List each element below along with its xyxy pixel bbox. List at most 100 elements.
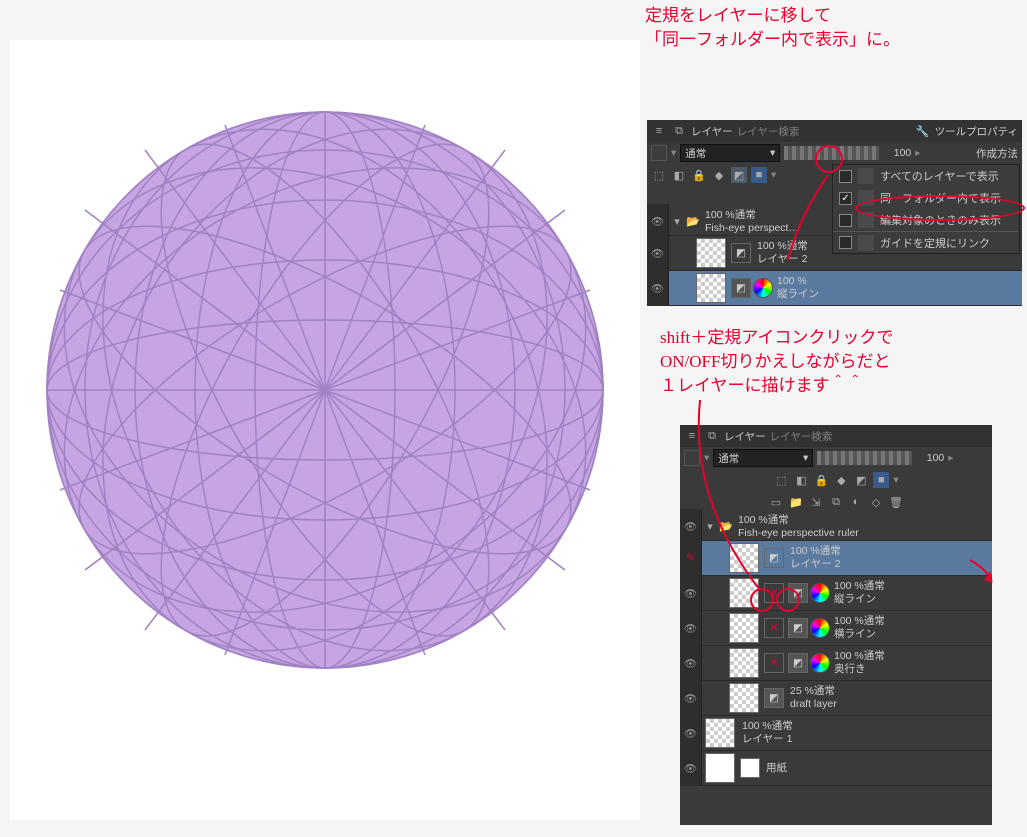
layer-row[interactable]: 👁 100 %通常 レイヤー 1 bbox=[680, 716, 992, 751]
menu-icon[interactable]: ≡ bbox=[651, 123, 667, 139]
layer-row-selected[interactable]: 👁 ◩ 100 % 縦ライン bbox=[647, 271, 1022, 306]
blendmode-select[interactable]: 通常▾ bbox=[713, 449, 813, 467]
checkbox-checked[interactable] bbox=[839, 192, 852, 205]
layer-row[interactable]: 👁 ✕ ◩ 100 %通常 横ライン bbox=[680, 611, 992, 646]
mask-icon[interactable]: ◧ bbox=[671, 167, 687, 183]
layer-thumb bbox=[729, 543, 759, 573]
ruler-thumb-icon[interactable]: ✕ bbox=[764, 583, 784, 603]
checkbox[interactable] bbox=[839, 236, 852, 249]
clip-icon[interactable]: ⬚ bbox=[773, 472, 789, 488]
layers-search-tab[interactable]: レイヤー検索 bbox=[737, 124, 800, 139]
ruler-option-icon bbox=[858, 190, 874, 206]
eye-icon[interactable]: 👁 bbox=[680, 576, 702, 611]
palette-icon bbox=[810, 618, 830, 638]
eye-icon[interactable]: 👁 bbox=[647, 271, 669, 306]
menu-icon[interactable]: ≡ bbox=[684, 428, 700, 444]
ruler-visibility-icon[interactable]: ◩ bbox=[853, 472, 869, 488]
ruler-thumb-icon[interactable]: ◩ bbox=[764, 548, 784, 568]
layer-row[interactable]: 👁 ✕ ◩ 100 %通常 奥行き bbox=[680, 646, 992, 681]
ruler-thumb-icon[interactable]: ✕ bbox=[764, 618, 784, 638]
layer-opacity: 100 %通常 bbox=[742, 720, 988, 733]
layer-thumb bbox=[729, 578, 759, 608]
layer-opacity: 100 %通常 bbox=[834, 580, 988, 593]
eye-icon[interactable]: 👁 bbox=[680, 716, 702, 751]
transfer-icon[interactable]: ⇲ bbox=[808, 494, 824, 510]
eye-icon[interactable]: 👁 bbox=[680, 751, 702, 786]
paper-thumb bbox=[705, 753, 735, 783]
layer-color-icon[interactable]: ■ bbox=[873, 472, 889, 488]
ruler-visibility-icon[interactable]: ◩ bbox=[731, 167, 747, 183]
checkbox[interactable] bbox=[839, 214, 852, 227]
canvas-area[interactable] bbox=[10, 40, 640, 820]
ruler-subthumb-icon[interactable]: ◩ bbox=[788, 583, 808, 603]
layers-tab[interactable]: レイヤー bbox=[691, 124, 733, 139]
opacity-slider[interactable] bbox=[817, 451, 912, 465]
fisheye-sphere bbox=[45, 110, 605, 670]
layer-thumb bbox=[729, 683, 759, 713]
eye-icon[interactable]: 👁 bbox=[647, 236, 669, 271]
layer-row[interactable]: 👁 ✕ ◩ 100 %通常 縦ライン bbox=[680, 576, 992, 611]
ruler-thumb-icon[interactable]: ◩ bbox=[731, 278, 751, 298]
layer-panel-2: ≡ ⧉ レイヤー レイヤー検索 ▾ 通常▾ 100 ▸ ⬚ ◧ 🔒 ◆ ◩ ■ … bbox=[680, 425, 992, 825]
lock-icon[interactable]: 🔒 bbox=[691, 167, 707, 183]
layer-name: 縦ライン bbox=[777, 288, 1018, 301]
mask2-icon[interactable]: ◐ bbox=[848, 494, 864, 510]
layer-thumb bbox=[696, 273, 726, 303]
ruler-subthumb-icon[interactable]: ◩ bbox=[788, 653, 808, 673]
blendmode-select[interactable]: 通常▾ bbox=[680, 144, 780, 162]
layer-opacity: 100 % bbox=[777, 275, 1018, 288]
draft-flag-icon[interactable]: ◩ bbox=[764, 688, 784, 708]
layers-tab[interactable]: レイヤー bbox=[724, 429, 766, 444]
checkbox[interactable] bbox=[839, 170, 852, 183]
menu-label: すべてのレイヤーで表示 bbox=[880, 168, 999, 184]
layer-row-paper[interactable]: 👁 用紙 bbox=[680, 751, 992, 786]
layer-thumb bbox=[696, 238, 726, 268]
layers-search-tab[interactable]: レイヤー検索 bbox=[770, 429, 833, 444]
layer-row[interactable]: 👁 ◩ 25 %通常 draft layer bbox=[680, 681, 992, 716]
palette-icon bbox=[810, 653, 830, 673]
ruler-option-icon bbox=[858, 168, 874, 184]
opacity-slider[interactable] bbox=[784, 146, 879, 160]
opacity-value: 100 bbox=[883, 147, 911, 159]
merge-icon[interactable]: ⧉ bbox=[828, 494, 844, 510]
layer-name: レイヤー 2 bbox=[790, 558, 988, 571]
pencil-icon[interactable]: ✎ bbox=[680, 541, 702, 576]
eye-icon[interactable]: 👁 bbox=[680, 509, 702, 544]
ref2-icon[interactable]: ◇ bbox=[868, 494, 884, 510]
layer-color-icon[interactable]: ■ bbox=[751, 167, 767, 183]
folder-icon: 📂 bbox=[685, 214, 701, 230]
eye-icon[interactable]: 👁 bbox=[680, 611, 702, 646]
ref-icon[interactable]: ◆ bbox=[833, 472, 849, 488]
layer-opacity: 25 %通常 bbox=[790, 685, 988, 698]
eye-icon[interactable]: 👁 bbox=[680, 646, 702, 681]
ref-icon[interactable]: ◆ bbox=[711, 167, 727, 183]
panel1-tabs: ≡ ⧉ レイヤー レイヤー検索 🔧 ツールプロパティ bbox=[647, 120, 1022, 142]
paper-subthumb bbox=[740, 758, 760, 778]
annotation-mid: shift＋定規アイコンクリックで ON/OFF切りかえしながらだと １レイヤー… bbox=[660, 326, 893, 397]
layer-panel-1: ≡ ⧉ レイヤー レイヤー検索 🔧 ツールプロパティ ▾ 通常▾ 100 ▸ 作… bbox=[647, 120, 1022, 302]
folder-row[interactable]: 👁 ▾ 📂 100 %通常 Fish-eye perspective ruler bbox=[680, 513, 992, 541]
ruler-thumb-icon[interactable]: ✕ bbox=[764, 653, 784, 673]
new-layer-icon[interactable]: ▭ bbox=[768, 494, 784, 510]
menu-label: 編集対象のときのみ表示 bbox=[880, 212, 1001, 228]
toolprop-tab[interactable]: ツールプロパティ bbox=[935, 124, 1018, 139]
layer-row-selected[interactable]: ✎ ◩ 100 %通常 レイヤー 2 bbox=[680, 541, 992, 576]
menu-item-all[interactable]: すべてのレイヤーで表示 bbox=[833, 165, 1019, 187]
ruler-thumb-icon[interactable]: ◩ bbox=[731, 243, 751, 263]
lock-icon[interactable]: 🔒 bbox=[813, 472, 829, 488]
layer-thumb bbox=[729, 613, 759, 643]
menu-item-samefolder[interactable]: 同一フォルダー内で表示 bbox=[833, 187, 1019, 209]
paper-name: 用紙 bbox=[766, 762, 988, 775]
clip-icon[interactable]: ⬚ bbox=[651, 167, 667, 183]
eye-icon[interactable]: 👁 bbox=[647, 204, 669, 239]
color-chip[interactable] bbox=[684, 450, 700, 466]
ruler-subthumb-icon[interactable]: ◩ bbox=[788, 618, 808, 638]
menu-item-linkguide[interactable]: ガイドを定規にリンク bbox=[833, 231, 1019, 253]
ruler-option-icon bbox=[858, 235, 874, 251]
mask-icon[interactable]: ◧ bbox=[793, 472, 809, 488]
new-folder-icon[interactable]: 📁 bbox=[788, 494, 804, 510]
menu-item-editonly[interactable]: 編集対象のときのみ表示 bbox=[833, 209, 1019, 231]
color-chip[interactable] bbox=[651, 145, 667, 161]
trash-icon[interactable]: 🗑 bbox=[888, 494, 904, 510]
eye-icon[interactable]: 👁 bbox=[680, 681, 702, 716]
